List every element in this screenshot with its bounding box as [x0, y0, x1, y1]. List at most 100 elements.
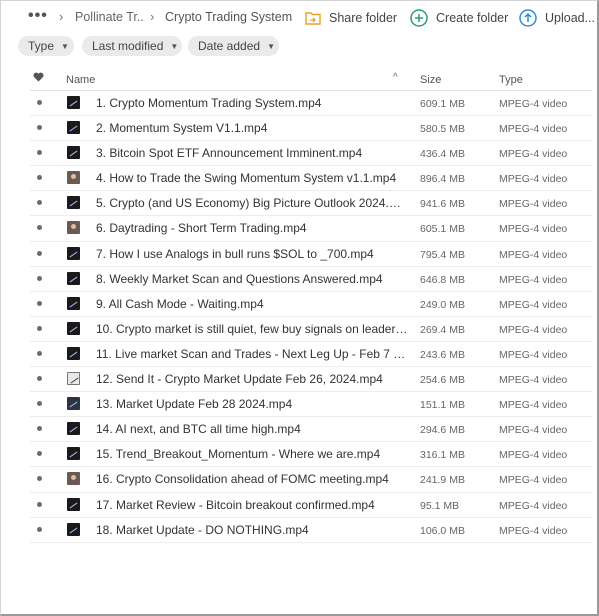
upload-label: Upload... [545, 11, 596, 25]
table-row[interactable]: 15. Trend_Breakout_Momentum - Where we a… [30, 442, 592, 468]
file-name[interactable]: 8. Weekly Market Scan and Questions Answ… [96, 272, 408, 286]
file-list: 1. Crypto Momentum Trading System.mp4 609… [30, 91, 592, 543]
video-thumbnail [67, 271, 80, 285]
dot-icon [37, 175, 42, 181]
video-thumbnail [67, 96, 80, 109]
file-name[interactable]: 5. Crypto (and US Economy) Big Picture O… [96, 196, 408, 210]
file-name[interactable]: 11. Live market Scan and Trades - Next L… [96, 347, 408, 361]
file-name[interactable]: 17. Market Review - Bitcoin breakout con… [96, 498, 408, 512]
file-size: 269.4 MB [420, 323, 465, 336]
file-type: MPEG-4 video [499, 449, 568, 462]
video-thumbnail [67, 372, 80, 386]
plus-circle-icon [410, 9, 428, 27]
file-name[interactable]: 10. Crypto market is still quiet, few bu… [96, 322, 408, 336]
table-row[interactable]: 8. Weekly Market Scan and Questions Answ… [30, 267, 592, 292]
share-folder-icon [305, 12, 321, 25]
table-row[interactable]: 14. AI next, and BTC all time high.mp4 29… [30, 417, 592, 443]
file-type: MPEG-4 video [499, 223, 568, 236]
file-type: MPEG-4 video [499, 499, 568, 512]
file-name[interactable]: 6. Daytrading - Short Term Trading.mp4 [96, 221, 408, 235]
file-name[interactable]: 9. All Cash Mode - Waiting.mp4 [96, 297, 408, 311]
video-thumbnail [67, 447, 80, 461]
file-size: 316.1 MB [420, 449, 465, 462]
file-size: 243.6 MB [420, 348, 465, 361]
file-size: 436.4 MB [420, 148, 465, 161]
breadcrumb-parent[interactable]: Pollinate Tr... [75, 10, 145, 24]
create-folder-button[interactable]: Create folder [410, 7, 508, 29]
date-added-filter-label: Date added [198, 39, 261, 53]
upload-button[interactable]: Upload... [519, 7, 595, 29]
upload-icon [519, 9, 537, 27]
share-folder-label: Share folder [329, 11, 398, 25]
create-folder-label: Create folder [436, 11, 509, 25]
file-type: MPEG-4 video [499, 298, 568, 311]
file-size: 896.4 MB [420, 173, 465, 186]
file-name[interactable]: 7. How I use Analogs in bull runs $SOL t… [96, 247, 408, 261]
dot-icon [37, 476, 42, 482]
table-row[interactable]: 11. Live market Scan and Trades - Next L… [30, 342, 592, 368]
column-header-name[interactable]: Name [66, 74, 95, 86]
file-name[interactable]: 1. Crypto Momentum Trading System.mp4 [96, 96, 408, 110]
dot-icon [37, 125, 42, 131]
file-size: 941.6 MB [420, 198, 465, 211]
dot-icon [37, 451, 42, 457]
video-thumbnail [67, 422, 80, 436]
video-thumbnail [67, 522, 80, 536]
table-row[interactable]: 10. Crypto market is still quiet, few bu… [30, 317, 592, 342]
file-name[interactable]: 14. AI next, and BTC all time high.mp4 [96, 422, 408, 436]
dot-icon [37, 526, 42, 532]
file-size: 646.8 MB [420, 273, 465, 286]
table-row[interactable]: 2. Momentum System V1.1.mp4 580.5 MB MPEG-… [30, 116, 592, 142]
file-type: MPEG-4 video [499, 173, 568, 186]
dot-icon [37, 501, 42, 507]
column-header-size[interactable]: Size [420, 74, 441, 86]
file-name[interactable]: 4. How to Trade the Swing Momentum Syste… [96, 171, 408, 185]
file-size: 95.1 MB [420, 499, 460, 512]
table-row[interactable]: 7. How I use Analogs in bull runs $SOL t… [30, 242, 592, 267]
file-type: MPEG-4 video [499, 524, 568, 537]
file-size: 294.6 MB [420, 424, 465, 437]
table-row[interactable]: 5. Crypto (and US Economy) Big Picture O… [30, 191, 592, 217]
date-added-filter[interactable]: Date added ▼ [188, 36, 279, 56]
file-size: 609.1 MB [420, 98, 465, 110]
last-modified-filter[interactable]: Last modified ▼ [82, 36, 182, 56]
chevron-down-icon: ▼ [61, 41, 69, 51]
table-row[interactable]: 6. Daytrading - Short Term Trading.mp4 60… [30, 216, 592, 242]
file-name[interactable]: 15. Trend_Breakout_Momentum - Where we a… [96, 447, 408, 461]
dot-icon [37, 300, 42, 306]
chevron-down-icon: ▼ [170, 41, 179, 51]
dot-icon [37, 275, 42, 281]
dot-icon [37, 250, 42, 256]
table-row[interactable]: 3. Bitcoin Spot ETF Announcement Imminen… [30, 141, 592, 167]
file-name[interactable]: 16. Crypto Consolidation ahead of FOMC m… [96, 472, 408, 486]
video-thumbnail [67, 171, 80, 185]
file-type: MPEG-4 video [499, 273, 568, 286]
sort-ascending-icon[interactable]: ^ [393, 72, 398, 83]
table-row[interactable]: 16. Crypto Consolidation ahead of FOMC m… [30, 467, 592, 493]
more-options-icon[interactable]: ••• [28, 7, 48, 25]
table-row[interactable]: 4. How to Trade the Swing Momentum Syste… [30, 166, 592, 192]
file-size: 249.0 MB [420, 298, 465, 311]
file-name[interactable]: 3. Bitcoin Spot ETF Announcement Imminen… [96, 146, 408, 160]
heart-icon[interactable] [33, 72, 44, 85]
file-name[interactable]: 2. Momentum System V1.1.mp4 [96, 121, 408, 135]
table-row[interactable]: 17. Market Review - Bitcoin breakout con… [30, 493, 592, 518]
table-row[interactable]: 9. All Cash Mode - Waiting.mp4 249.0 MB MP… [30, 292, 592, 317]
file-name[interactable]: 13. Market Update Feb 28 2024.mp4 [96, 397, 408, 411]
file-name[interactable]: 18. Market Update - DO NOTHING.mp4 [96, 523, 408, 537]
video-thumbnail [67, 221, 80, 235]
dot-icon [37, 376, 42, 382]
share-folder-button[interactable]: Share folder [305, 7, 397, 29]
table-row[interactable]: 18. Market Update - DO NOTHING.mp4 106.0 … [30, 518, 592, 543]
video-thumbnail [67, 321, 80, 335]
column-header-type[interactable]: Type [499, 74, 523, 86]
file-size: 106.0 MB [420, 524, 465, 537]
file-type: MPEG-4 video [499, 424, 568, 437]
table-row[interactable]: 1. Crypto Momentum Trading System.mp4 609… [30, 91, 592, 117]
type-filter[interactable]: Type ▼ [18, 36, 74, 56]
file-name[interactable]: 12. Send It - Crypto Market Update Feb 2… [96, 372, 408, 386]
table-row[interactable]: 13. Market Update Feb 28 2024.mp4 151.1 M… [30, 392, 592, 418]
table-row[interactable]: 12. Send It - Crypto Market Update Feb 2… [30, 367, 592, 393]
dot-icon [37, 100, 42, 105]
video-thumbnail [67, 296, 80, 310]
